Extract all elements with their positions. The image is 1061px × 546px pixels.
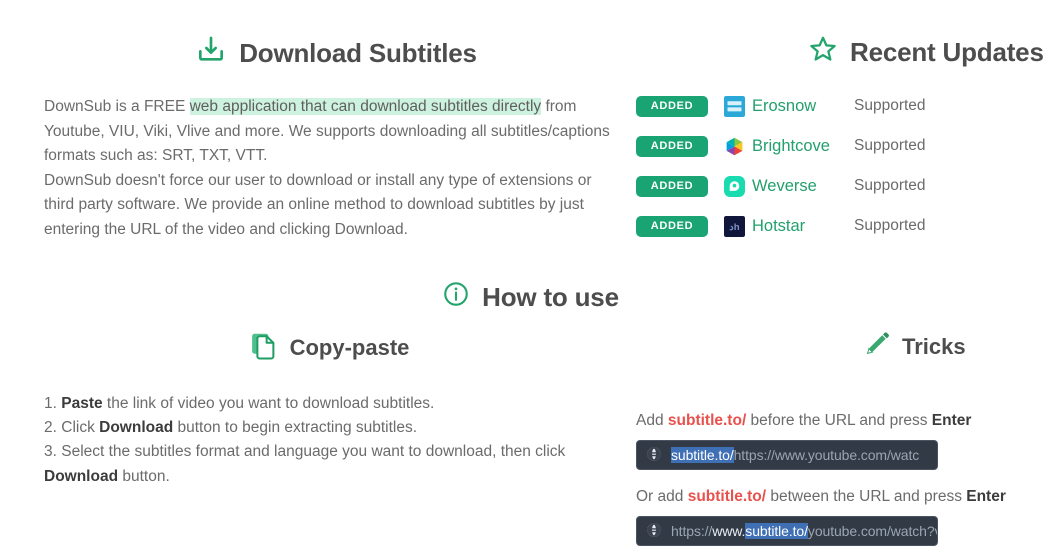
status-badge: ADDED <box>636 175 708 197</box>
pencil-icon <box>864 330 891 363</box>
how-to-use-heading: How to use <box>0 280 1061 315</box>
tricks-title: Tricks <box>902 333 966 359</box>
trick2-brand: subtitle.to/ <box>687 488 767 505</box>
url-text-1: subtitle.to/https://www.youtube.com/watc <box>671 447 919 463</box>
trick1-mid: before the URL and press <box>746 412 932 429</box>
recent-updates-title: Recent Updates <box>850 37 1044 67</box>
service-cell: Weverse <box>724 175 854 197</box>
download-subtitles-heading: Download Subtitles <box>44 34 614 73</box>
step-3-bold: Download <box>44 467 119 485</box>
copy-icon <box>249 330 279 366</box>
hotstar-logo: دh <box>724 215 745 237</box>
url1-rest: https://www.youtube.com/watc <box>733 447 920 463</box>
svg-text:دh: دh <box>729 222 739 233</box>
url2-prefix-dim: https:// <box>671 523 713 539</box>
step-3-number: 3. <box>44 443 57 461</box>
step-2-pre: Click <box>56 419 100 437</box>
intro-paragraph-2: DownSub doesn't force our user to downlo… <box>44 171 592 238</box>
table-row: ADDED دh Hotstar Supported <box>636 215 1046 237</box>
recent-updates-section: Recent Updates ADDED Erosnow Supported A… <box>636 34 1046 255</box>
trick-line-1: Add subtitle.to/ before the URL and pres… <box>636 411 1036 431</box>
service-name: Erosnow <box>752 96 817 115</box>
service-cell: Brightcove <box>724 136 854 157</box>
url2-highlight: subtitle.to/ <box>745 523 808 539</box>
step-2-number: 2. <box>44 419 57 437</box>
download-icon <box>195 34 227 73</box>
how-to-steps-list: 1. Paste the link of video you want to d… <box>44 392 604 489</box>
trick2-pre: Or add <box>636 488 688 505</box>
service-status: Supported <box>854 97 926 114</box>
trick-line-2: Or add subtitle.to/ between the URL and … <box>636 487 1036 507</box>
service-status: Supported <box>854 137 926 154</box>
trick1-brand: subtitle.to/ <box>667 412 747 429</box>
copy-paste-title: Copy-paste <box>289 335 410 360</box>
url1-highlight: subtitle.to/ <box>671 447 734 463</box>
weverse-logo <box>724 175 745 197</box>
download-subtitles-title: Download Subtitles <box>239 38 477 68</box>
list-item: 2. Click Download button to begin extrac… <box>44 416 604 440</box>
trick2-key: Enter <box>966 488 1006 505</box>
page-root: Download Subtitles DownSub is a FREE web… <box>0 0 1061 546</box>
tricks-section: Tricks Add subtitle.to/ before the URL a… <box>636 330 1036 546</box>
url-bar-example-1[interactable]: subtitle.to/https://www.youtube.com/watc <box>636 440 938 470</box>
service-cell: Erosnow <box>724 95 854 117</box>
url-text-2: https://www.subtitle.to/youtube.com/watc… <box>671 523 938 539</box>
status-badge: ADDED <box>636 215 708 237</box>
status-badge: ADDED <box>636 135 708 157</box>
star-icon <box>808 34 838 71</box>
service-cell: دh Hotstar <box>724 215 854 237</box>
step-2-bold: Download <box>99 419 174 437</box>
table-row: ADDED Erosnow Supported <box>636 95 1046 117</box>
brightcove-logo <box>724 136 745 157</box>
step-1-bold: Paste <box>61 395 103 412</box>
list-item: 3. Select the subtitles format and langu… <box>44 440 604 488</box>
url2-prefix-strong: www. <box>712 523 746 539</box>
intro-p1-selected-text: web application that can download subtit… <box>189 98 542 115</box>
list-item: 1. Paste the link of video you want to d… <box>44 392 604 416</box>
intro-p1-pre: DownSub is a FREE <box>44 98 190 115</box>
trick2-mid: between the URL and press <box>766 488 967 505</box>
step-2-rest: button to begin extracting subtitles. <box>173 419 418 437</box>
service-status: Supported <box>854 217 926 234</box>
copy-paste-heading: Copy-paste <box>44 330 604 366</box>
how-to-use-title: How to use <box>482 282 619 312</box>
step-3-tail: button. <box>118 467 170 485</box>
recent-updates-list: ADDED Erosnow Supported ADDED Brightcove… <box>636 95 1046 237</box>
step-1-number: 1. <box>44 395 57 412</box>
status-badge: ADDED <box>636 95 708 117</box>
recent-updates-heading: Recent Updates <box>636 34 1046 71</box>
table-row: ADDED Brightcove Supported <box>636 135 1046 157</box>
trick1-pre: Add <box>636 412 668 429</box>
url-bar-example-2[interactable]: https://www.subtitle.to/youtube.com/watc… <box>636 516 938 546</box>
tricks-heading: Tricks <box>636 330 1036 363</box>
service-status: Supported <box>854 177 926 194</box>
trick1-key: Enter <box>931 412 972 429</box>
service-name: Weverse <box>752 176 817 195</box>
download-subtitles-section: Download Subtitles DownSub is a FREE web… <box>44 34 614 243</box>
service-name: Hotstar <box>752 216 806 235</box>
info-circle-icon <box>442 280 470 315</box>
erosnow-logo <box>724 95 745 117</box>
step-1-rest: the link of video you want to download s… <box>102 395 435 412</box>
table-row: ADDED Weverse Supported <box>636 175 1046 197</box>
globe-icon <box>646 522 662 541</box>
intro-paragraph-1: DownSub is a FREE web application that c… <box>44 95 614 169</box>
globe-icon <box>646 446 662 465</box>
step-3-pre: Select the subtitles format and language… <box>56 443 566 461</box>
copy-paste-section: Copy-paste 1. Paste the link of video yo… <box>44 330 604 489</box>
url2-rest: youtube.com/watch?v <box>807 523 938 539</box>
service-name: Brightcove <box>752 136 830 155</box>
